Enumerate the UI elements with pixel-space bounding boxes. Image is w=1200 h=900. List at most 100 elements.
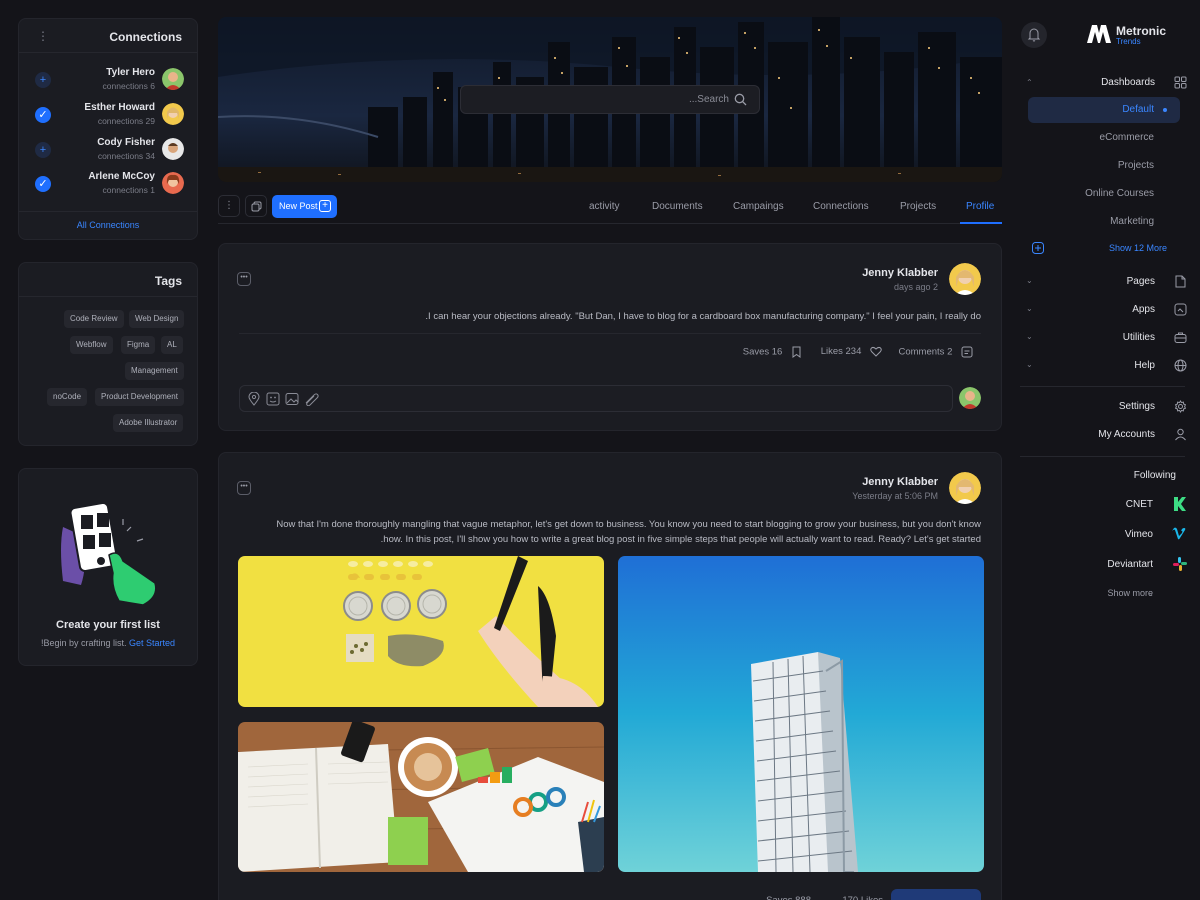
post-menu-button[interactable]: •••	[237, 481, 251, 495]
new-post-button[interactable]: New Post +	[272, 195, 337, 218]
connected-check-button[interactable]: ✓	[35, 107, 51, 123]
following-cnet[interactable]: CNET	[1126, 499, 1153, 510]
create-list-illustration	[61, 501, 157, 606]
tags-title: Tags	[154, 274, 182, 288]
connections-card: ⋮ Connections + Tyler Hero connections 6…	[18, 18, 198, 240]
chevron-down-icon[interactable]: ⌄	[1026, 332, 1033, 341]
post-image-tower[interactable]	[618, 556, 984, 872]
new-post-label: New Post	[279, 201, 318, 211]
more-options-button[interactable]: ⋮	[218, 195, 240, 217]
connections-title: Connections	[109, 30, 182, 44]
connection-row: ✓ Esther Howard connections 29	[19, 100, 199, 130]
nav-item-marketing[interactable]: Marketing	[1110, 216, 1154, 227]
post-author[interactable]: Jenny Klabber	[862, 267, 938, 279]
following-title: Following	[1133, 470, 1176, 481]
post-card: ••• Jenny Klabber days ago 2 .I can hear…	[218, 243, 1002, 431]
post-body: .I can hear your objections already. "Bu…	[425, 311, 981, 322]
nav-utilities[interactable]: Utilities	[1123, 332, 1155, 343]
tab-campaings[interactable]: Campaings	[733, 201, 784, 212]
attachment-icon	[305, 393, 319, 407]
profile-toolbar: ⋮ New Post + activity Documents Campaing…	[218, 192, 1002, 224]
grid-icon	[1174, 76, 1187, 92]
saves-stat[interactable]: Saves 888	[766, 895, 811, 900]
pages-icon	[1174, 275, 1187, 291]
avatar	[959, 387, 981, 409]
saves-stat[interactable]: Saves 16	[743, 346, 802, 358]
tab-connections[interactable]: Connections	[813, 201, 869, 212]
nav-settings[interactable]: Settings	[1119, 401, 1155, 412]
comment-tools	[248, 391, 320, 409]
get-started-link[interactable]: Get Started	[129, 638, 175, 648]
comments-button[interactable]	[891, 889, 981, 900]
nav-apps[interactable]: Apps	[1132, 304, 1155, 315]
chevron-down-icon[interactable]: ⌄	[1026, 304, 1033, 313]
show-more-dashboards[interactable]: Show 12 More	[1109, 243, 1167, 253]
tab-projects[interactable]: Projects	[900, 201, 936, 212]
comments-stat[interactable]: Comments 2	[899, 346, 974, 358]
likes-stat[interactable]: Likes 234	[821, 346, 882, 357]
avatar	[162, 68, 184, 90]
nav-help[interactable]: Help	[1134, 360, 1155, 371]
connection-row: + Cody Fisher connections 34	[19, 135, 199, 165]
tag-chip[interactable]: AL	[161, 336, 183, 354]
avatar	[162, 172, 184, 194]
likes-stat[interactable]: 170 Likes	[842, 895, 883, 900]
search-placeholder: ...Search	[688, 94, 729, 105]
tag-chip[interactable]: Figma	[121, 336, 156, 354]
brand-name: Metronic	[1116, 24, 1167, 38]
connection-row: ✓ Arlene McCoy connections 1	[19, 169, 199, 199]
image-icon	[285, 393, 299, 405]
user-icon	[1174, 428, 1187, 444]
following-deviantart[interactable]: Deviantart	[1107, 559, 1153, 570]
chevron-down-icon[interactable]: ⌄	[1026, 276, 1033, 285]
nav-item-projects[interactable]: Projects	[1118, 160, 1154, 171]
following-vimeo[interactable]: Vimeo	[1125, 529, 1153, 540]
avatar	[949, 263, 981, 295]
nav-pages[interactable]: Pages	[1127, 276, 1155, 287]
connected-check-button[interactable]: ✓	[35, 176, 51, 192]
plus-square-icon[interactable]	[1032, 242, 1044, 257]
chevron-down-icon[interactable]: ⌄	[1026, 360, 1033, 369]
nav-item-online-courses[interactable]: Online Courses	[1085, 188, 1154, 199]
tags-header: Tags	[19, 263, 197, 297]
tag-chip[interactable]: Web Design	[129, 310, 185, 328]
all-connections-link[interactable]: All Connections	[19, 211, 197, 239]
tab-profile[interactable]: Profile	[966, 201, 994, 212]
search-input[interactable]: ...Search	[460, 85, 760, 114]
tag-chip[interactable]: noCode	[47, 388, 88, 406]
connection-count: connections 1	[102, 185, 155, 195]
comment-input[interactable]	[239, 385, 953, 412]
post-divider	[239, 333, 981, 334]
sidebar-divider	[1020, 456, 1185, 457]
post-image-food[interactable]	[238, 556, 604, 707]
gear-icon	[1174, 400, 1187, 416]
post-time: days ago 2	[893, 282, 938, 292]
notifications-button[interactable]	[1021, 22, 1047, 48]
add-connection-button[interactable]: +	[35, 72, 51, 88]
nav-item-default[interactable]: Default	[1122, 104, 1154, 115]
chevron-up-icon[interactable]: ⌃	[1026, 78, 1033, 87]
post-image-desk[interactable]	[238, 722, 604, 872]
tag-chip[interactable]: Adobe Illustrator	[113, 414, 184, 432]
post-author[interactable]: Jenny Klabber	[862, 476, 938, 488]
tag-chip[interactable]: Webflow	[70, 336, 113, 354]
comments-label: Comments 2	[898, 346, 953, 358]
post-body-line: Now that I'm done thoroughly mangling th…	[276, 519, 981, 530]
more-icon[interactable]: ⋮	[37, 29, 49, 43]
nav-item-default-active[interactable]	[1028, 97, 1180, 123]
tab-documents[interactable]: Documents	[652, 201, 703, 212]
tag-chip[interactable]: Product Development	[95, 388, 184, 406]
nav-my-accounts[interactable]: My Accounts	[1098, 429, 1155, 440]
plus-icon: +	[319, 200, 331, 212]
tag-chip[interactable]: Management	[125, 362, 184, 380]
tag-chip[interactable]: Code Review	[64, 310, 124, 328]
post-body-line: .how. In this post, I'll show you how to…	[380, 534, 981, 545]
add-connection-button[interactable]: +	[35, 142, 51, 158]
post-menu-button[interactable]: •••	[237, 272, 251, 286]
tab-activity[interactable]: activity	[589, 201, 620, 212]
connection-row: + Tyler Hero connections 6	[19, 65, 199, 95]
nav-dashboards[interactable]: Dashboards	[1101, 77, 1155, 88]
nav-item-ecommerce[interactable]: eCommerce	[1100, 132, 1154, 143]
copy-icon[interactable]	[245, 195, 267, 217]
briefcase-icon	[1174, 331, 1187, 347]
